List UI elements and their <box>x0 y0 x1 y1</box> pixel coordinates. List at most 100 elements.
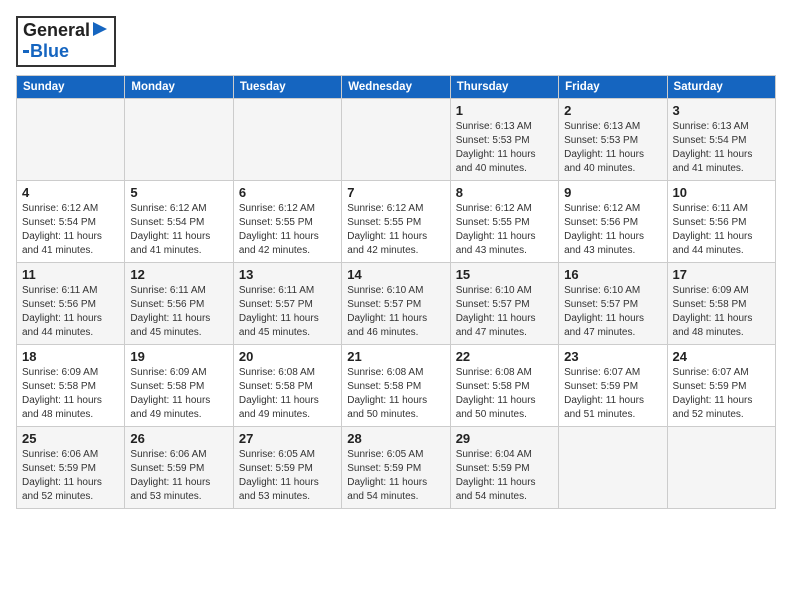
day-number: 6 <box>239 185 336 200</box>
day-number: 18 <box>22 349 119 364</box>
calendar-cell: 12 Sunrise: 6:11 AMSunset: 5:56 PMDayligh… <box>125 262 233 344</box>
calendar-cell: 16Sunrise: 6:10 AMSunset: 5:57 PMDayligh… <box>559 262 667 344</box>
calendar-cell <box>125 98 233 180</box>
calendar-cell: 1Sunrise: 6:13 AMSunset: 5:53 PMDaylight… <box>450 98 558 180</box>
day-info: Sunrise: 6:06 AMSunset: 5:59 PMDaylight:… <box>130 448 227 504</box>
day-info: Sunrise: 6:12 AMSunset: 5:56 PMDaylight:… <box>564 202 661 258</box>
day-info: Sunrise: 6:10 AMSunset: 5:57 PMDaylight:… <box>456 284 553 340</box>
day-info: Sunrise: 6:04 AMSunset: 5:59 PMDaylight:… <box>456 448 553 504</box>
day-number: 7 <box>347 185 444 200</box>
calendar-cell: 2 Sunrise: 6:13 AMSunset: 5:53 PMDaylight… <box>559 98 667 180</box>
calendar-cell: 10 Sunrise: 6:11 AMSunset: 5:56 PMDayligh… <box>667 180 775 262</box>
calendar-cell: 25 Sunrise: 6:06 AMSunset: 5:59 PMDayligh… <box>17 426 125 508</box>
day-number: 11 <box>22 267 119 282</box>
calendar-cell: 27 Sunrise: 6:05 AMSunset: 5:59 PMDayligh… <box>233 426 341 508</box>
day-number: 17 <box>673 267 770 282</box>
day-number: 22 <box>456 349 553 364</box>
calendar-week-row: 11 Sunrise: 6:11 AMSunset: 5:56 PMDayligh… <box>17 262 776 344</box>
calendar-cell: 15 Sunrise: 6:10 AMSunset: 5:57 PMDayligh… <box>450 262 558 344</box>
calendar-cell <box>667 426 775 508</box>
calendar-cell: 11 Sunrise: 6:11 AMSunset: 5:56 PMDayligh… <box>17 262 125 344</box>
column-header-tuesday: Tuesday <box>233 75 341 98</box>
logo-container: General Blue <box>16 16 116 67</box>
day-info: Sunrise: 6:09 AMSunset: 5:58 PMDaylight:… <box>130 366 227 422</box>
calendar-cell <box>342 98 450 180</box>
logo-general: General <box>23 21 90 41</box>
day-info: Sunrise: 6:06 AMSunset: 5:59 PMDaylight:… <box>22 448 119 504</box>
calendar-cell: 3 Sunrise: 6:13 AMSunset: 5:54 PMDaylight… <box>667 98 775 180</box>
calendar-cell: 20 Sunrise: 6:08 AMSunset: 5:58 PMDayligh… <box>233 344 341 426</box>
day-number: 29 <box>456 431 553 446</box>
day-number: 13 <box>239 267 336 282</box>
day-number: 20 <box>239 349 336 364</box>
day-number: 24 <box>673 349 770 364</box>
column-header-wednesday: Wednesday <box>342 75 450 98</box>
calendar-table: SundayMondayTuesdayWednesdayThursdayFrid… <box>16 75 776 509</box>
day-number: 9 <box>564 185 661 200</box>
day-number: 25 <box>22 431 119 446</box>
calendar-cell: 7 Sunrise: 6:12 AMSunset: 5:55 PMDaylight… <box>342 180 450 262</box>
day-info: Sunrise: 6:08 AMSunset: 5:58 PMDaylight:… <box>239 366 336 422</box>
day-info: Sunrise: 6:12 AMSunset: 5:55 PMDaylight:… <box>456 202 553 258</box>
calendar-cell: 8 Sunrise: 6:12 AMSunset: 5:55 PMDaylight… <box>450 180 558 262</box>
day-info: Sunrise: 6:13 AMSunset: 5:54 PMDaylight:… <box>673 120 770 176</box>
calendar-cell: 9 Sunrise: 6:12 AMSunset: 5:56 PMDaylight… <box>559 180 667 262</box>
calendar-cell: 22 Sunrise: 6:08 AMSunset: 5:58 PMDayligh… <box>450 344 558 426</box>
calendar-cell: 6 Sunrise: 6:12 AMSunset: 5:55 PMDaylight… <box>233 180 341 262</box>
calendar-cell: 23Sunrise: 6:07 AMSunset: 5:59 PMDayligh… <box>559 344 667 426</box>
day-info: Sunrise: 6:09 AMSunset: 5:58 PMDaylight:… <box>673 284 770 340</box>
day-number: 19 <box>130 349 227 364</box>
calendar-week-row: 25 Sunrise: 6:06 AMSunset: 5:59 PMDayligh… <box>17 426 776 508</box>
calendar-cell <box>233 98 341 180</box>
day-number: 14 <box>347 267 444 282</box>
day-number: 21 <box>347 349 444 364</box>
day-info: Sunrise: 6:12 AMSunset: 5:55 PMDaylight:… <box>239 202 336 258</box>
day-info: Sunrise: 6:07 AMSunset: 5:59 PMDaylight:… <box>673 366 770 422</box>
day-info: Sunrise: 6:13 AMSunset: 5:53 PMDaylight:… <box>456 120 553 176</box>
column-header-friday: Friday <box>559 75 667 98</box>
day-info: Sunrise: 6:12 AMSunset: 5:54 PMDaylight:… <box>130 202 227 258</box>
calendar-cell: 21 Sunrise: 6:08 AMSunset: 5:58 PMDayligh… <box>342 344 450 426</box>
day-number: 3 <box>673 103 770 118</box>
day-info: Sunrise: 6:11 AMSunset: 5:56 PMDaylight:… <box>22 284 119 340</box>
calendar-cell: 5Sunrise: 6:12 AMSunset: 5:54 PMDaylight… <box>125 180 233 262</box>
day-info: Sunrise: 6:12 AMSunset: 5:54 PMDaylight:… <box>22 202 119 258</box>
day-number: 10 <box>673 185 770 200</box>
day-number: 27 <box>239 431 336 446</box>
day-info: Sunrise: 6:09 AMSunset: 5:58 PMDaylight:… <box>22 366 119 422</box>
page-header: General Blue <box>16 16 776 67</box>
day-info: Sunrise: 6:12 AMSunset: 5:55 PMDaylight:… <box>347 202 444 258</box>
day-number: 12 <box>130 267 227 282</box>
column-header-saturday: Saturday <box>667 75 775 98</box>
day-info: Sunrise: 6:11 AMSunset: 5:57 PMDaylight:… <box>239 284 336 340</box>
column-header-sunday: Sunday <box>17 75 125 98</box>
day-info: Sunrise: 6:10 AMSunset: 5:57 PMDaylight:… <box>347 284 444 340</box>
day-number: 4 <box>22 185 119 200</box>
day-info: Sunrise: 6:13 AMSunset: 5:53 PMDaylight:… <box>564 120 661 176</box>
calendar-week-row: 4 Sunrise: 6:12 AMSunset: 5:54 PMDaylight… <box>17 180 776 262</box>
calendar-cell: 4 Sunrise: 6:12 AMSunset: 5:54 PMDaylight… <box>17 180 125 262</box>
day-number: 23 <box>564 349 661 364</box>
day-number: 15 <box>456 267 553 282</box>
calendar-cell: 28Sunrise: 6:05 AMSunset: 5:59 PMDayligh… <box>342 426 450 508</box>
day-number: 16 <box>564 267 661 282</box>
logo: General Blue <box>16 16 116 67</box>
day-number: 8 <box>456 185 553 200</box>
day-number: 28 <box>347 431 444 446</box>
calendar-week-row: 18 Sunrise: 6:09 AMSunset: 5:58 PMDayligh… <box>17 344 776 426</box>
calendar-cell: 13 Sunrise: 6:11 AMSunset: 5:57 PMDayligh… <box>233 262 341 344</box>
calendar-cell: 29 Sunrise: 6:04 AMSunset: 5:59 PMDayligh… <box>450 426 558 508</box>
calendar-cell: 18 Sunrise: 6:09 AMSunset: 5:58 PMDayligh… <box>17 344 125 426</box>
day-info: Sunrise: 6:08 AMSunset: 5:58 PMDaylight:… <box>456 366 553 422</box>
column-header-thursday: Thursday <box>450 75 558 98</box>
day-number: 2 <box>564 103 661 118</box>
day-info: Sunrise: 6:11 AMSunset: 5:56 PMDaylight:… <box>673 202 770 258</box>
day-info: Sunrise: 6:11 AMSunset: 5:56 PMDaylight:… <box>130 284 227 340</box>
day-info: Sunrise: 6:08 AMSunset: 5:58 PMDaylight:… <box>347 366 444 422</box>
calendar-week-row: 1Sunrise: 6:13 AMSunset: 5:53 PMDaylight… <box>17 98 776 180</box>
calendar-cell: 19 Sunrise: 6:09 AMSunset: 5:58 PMDayligh… <box>125 344 233 426</box>
day-info: Sunrise: 6:05 AMSunset: 5:59 PMDaylight:… <box>239 448 336 504</box>
column-header-monday: Monday <box>125 75 233 98</box>
calendar-cell: 24 Sunrise: 6:07 AMSunset: 5:59 PMDayligh… <box>667 344 775 426</box>
calendar-cell <box>17 98 125 180</box>
